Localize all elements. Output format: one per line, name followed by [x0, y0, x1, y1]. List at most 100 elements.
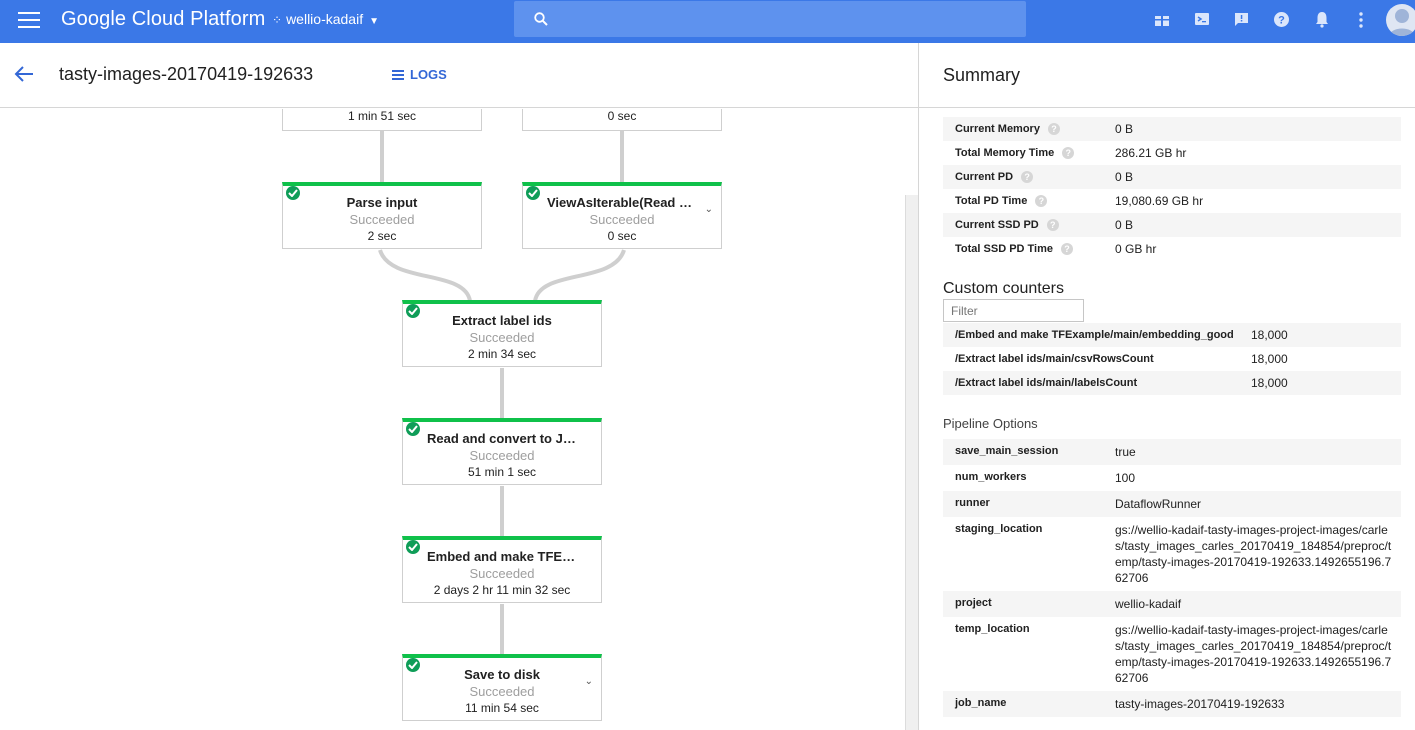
help-icon[interactable]: ?	[1061, 243, 1074, 256]
success-check-icon	[286, 186, 300, 200]
chevron-down-icon[interactable]: ⌄	[705, 204, 713, 215]
node-name: Read and convert to JP…	[427, 431, 585, 446]
help-icon[interactable]: ?	[1062, 147, 1075, 160]
account-avatar[interactable]	[1386, 4, 1415, 36]
node-time: 1 min 51 sec	[347, 109, 417, 123]
job-graph[interactable]: 1 min 51 sec 0 sec Parse input Succeeded…	[0, 109, 905, 730]
option-row: project wellio-kadaif	[943, 591, 1401, 617]
metric-row: Current PD? 0 B	[943, 165, 1401, 189]
metric-value: 19,080.69 GB hr	[1115, 194, 1204, 208]
node-status: Succeeded	[469, 684, 535, 699]
success-check-icon	[406, 304, 420, 318]
graph-node[interactable]: Extract label ids Succeeded 2 min 34 sec	[402, 300, 602, 367]
node-time: 2 min 34 sec	[467, 347, 537, 361]
project-selector[interactable]: ⁘ wellio-kadaif ▼	[272, 11, 379, 27]
summary-title: Summary	[943, 65, 1021, 85]
project-name: wellio-kadaif	[286, 11, 364, 27]
node-status: Succeeded	[469, 566, 535, 581]
graph-node[interactable]: Embed and make TFExa… Succeeded 2 days 2…	[402, 536, 602, 603]
option-value: DataflowRunner	[1115, 497, 1202, 511]
notifications-icon[interactable]	[1314, 11, 1334, 31]
counter-value: 18,000	[1251, 376, 1288, 390]
graph-node[interactable]: 1 min 51 sec	[282, 109, 482, 131]
option-value: tasty-images-20170419-192633	[1115, 697, 1285, 711]
node-time: 11 min 54 sec	[465, 701, 539, 715]
graph-scrollbar[interactable]	[905, 195, 918, 730]
menu-icon[interactable]	[18, 12, 40, 30]
counters-filter-input[interactable]	[943, 299, 1084, 322]
counter-key: /Extract label ids/main/csvRowsCount	[955, 353, 1154, 365]
gift-icon[interactable]	[1154, 11, 1174, 31]
terminal-icon[interactable]	[1194, 11, 1214, 31]
metric-key: Total PD Time?	[955, 195, 1048, 208]
back-arrow-icon[interactable]	[14, 65, 34, 88]
help-icon[interactable]: ?	[1021, 171, 1034, 184]
graph-node[interactable]: Read and convert to JP… Succeeded 51 min…	[402, 418, 602, 485]
success-check-icon	[406, 422, 420, 436]
node-time: 0 sec	[607, 109, 637, 123]
logs-button[interactable]: LOGS	[392, 67, 447, 82]
metric-value: 0 GB hr	[1115, 242, 1157, 256]
job-header: tasty-images-20170419-192633 LOGS	[0, 43, 918, 108]
metric-value: 0 B	[1115, 170, 1134, 184]
brand-title[interactable]: Google Cloud Platform	[61, 8, 265, 31]
chevron-down-icon[interactable]: ⌄	[585, 676, 593, 687]
option-key: project	[955, 597, 992, 609]
node-time: 51 min 1 sec	[467, 465, 537, 479]
node-time: 2 days 2 hr 11 min 32 sec	[433, 583, 571, 597]
graph-node[interactable]: 0 sec	[522, 109, 722, 131]
counter-key: /Embed and make TFExample/main/embedding…	[955, 329, 1234, 341]
option-value: gs://wellio-kadaif-tasty-images-project-…	[1115, 523, 1392, 585]
counter-value: 18,000	[1251, 352, 1288, 366]
metric-key: Current PD?	[955, 171, 1034, 184]
option-value: 100	[1115, 471, 1136, 485]
search-bar[interactable]	[514, 1, 1026, 37]
metric-value: 0 B	[1115, 122, 1134, 136]
graph-node[interactable]: Save to disk Succeeded 11 min 54 sec ⌄	[402, 654, 602, 721]
option-value: gs://wellio-kadaif-tasty-images-project-…	[1115, 623, 1392, 685]
help-icon[interactable]: ?	[1273, 11, 1293, 31]
success-check-icon	[406, 658, 420, 672]
summary-divider	[919, 107, 1415, 108]
node-status: Succeeded	[589, 212, 655, 227]
help-icon[interactable]: ?	[1046, 219, 1059, 232]
help-icon[interactable]: ?	[1035, 195, 1048, 208]
feedback-icon[interactable]	[1233, 11, 1253, 31]
metric-row: Total SSD PD Time? 0 GB hr	[943, 237, 1401, 261]
pipeline-options-table: save_main_session true num_workers 100 run…	[943, 439, 1401, 717]
node-name: Parse input	[346, 195, 418, 210]
search-icon	[534, 12, 548, 26]
metrics-table: Current Memory? 0 B Total Memory Time? 286…	[943, 117, 1401, 261]
metric-value: 0 B	[1115, 218, 1134, 232]
option-key: job_name	[955, 697, 1007, 709]
help-icon[interactable]: ?	[1047, 123, 1060, 136]
option-key: runner	[955, 497, 990, 509]
graph-node[interactable]: ViewAsIterable(Read di… Succeeded 0 sec …	[522, 182, 722, 249]
node-status: Succeeded	[349, 212, 415, 227]
counter-value: 18,000	[1251, 328, 1288, 342]
logs-label: LOGS	[410, 67, 447, 82]
graph-node[interactable]: Parse input Succeeded 2 sec	[282, 182, 482, 249]
metric-row: Total PD Time? 19,080.69 GB hr	[943, 189, 1401, 213]
option-row: temp_location gs://wellio-kadaif-tasty-im…	[943, 617, 1401, 691]
metric-key: Total SSD PD Time?	[955, 243, 1074, 256]
custom-counters-title: Custom counters	[943, 280, 1064, 297]
metric-value: 286.21 GB hr	[1115, 146, 1187, 160]
pipeline-options-title: Pipeline Options	[943, 416, 1038, 431]
option-row: runner DataflowRunner	[943, 491, 1401, 517]
option-key: save_main_session	[955, 445, 1059, 457]
metric-row: Total Memory Time? 286.21 GB hr	[943, 141, 1401, 165]
top-app-bar: Google Cloud Platform ⁘ wellio-kadaif ▼ ?	[0, 0, 1415, 43]
metric-key: Current SSD PD?	[955, 219, 1059, 232]
option-value: wellio-kadaif	[1115, 597, 1182, 611]
counter-row: /Extract label ids/main/labelsCount 18,00…	[943, 371, 1401, 395]
counter-key: /Extract label ids/main/labelsCount	[955, 377, 1138, 389]
more-vert-icon[interactable]	[1353, 11, 1373, 31]
node-name: Embed and make TFExa…	[427, 549, 590, 564]
counter-row: /Embed and make TFExample/main/embedding…	[943, 323, 1401, 347]
metric-row: Current SSD PD? 0 B	[943, 213, 1401, 237]
node-name: Extract label ids	[452, 313, 552, 328]
metric-key-label: Total Memory Time	[955, 147, 1055, 159]
svg-text:?: ?	[1278, 15, 1285, 27]
node-time: 2 sec	[367, 229, 397, 243]
